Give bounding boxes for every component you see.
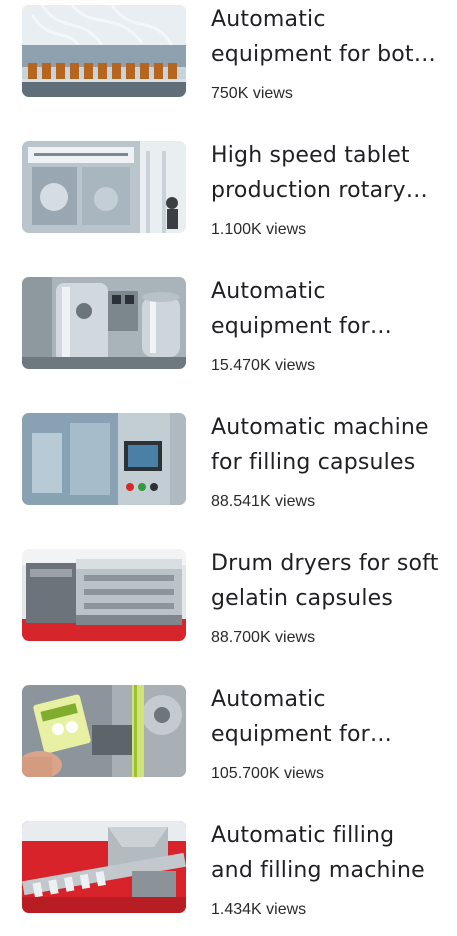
view-count: 88.700K views xyxy=(211,629,316,646)
video-item[interactable]: High speed tablet production rotary pres… xyxy=(0,136,457,256)
video-thumbnail[interactable] xyxy=(22,413,186,505)
view-count: 1.100K views xyxy=(211,221,307,238)
video-title[interactable]: Automatic machine for filling capsules xyxy=(211,410,443,480)
video-item[interactable]: Automatic equipment for bottle filling 7… xyxy=(0,0,457,120)
view-count: 88.541K views xyxy=(211,493,316,510)
video-thumbnail[interactable] xyxy=(22,141,186,233)
video-item[interactable]: Automatic machine for filling capsules 8… xyxy=(0,408,457,528)
video-list: Automatic equipment for bottle filling 7… xyxy=(0,0,457,925)
drum-dryer-photo-icon xyxy=(22,549,186,641)
video-thumbnail[interactable] xyxy=(22,549,186,641)
sachet-packing-photo-icon xyxy=(22,685,186,777)
view-count: 105.700K views xyxy=(211,765,324,782)
video-item[interactable]: Drum dryers for soft gelatin capsules 88… xyxy=(0,544,457,664)
steel-tank-photo-icon xyxy=(22,277,186,369)
filling-line-photo-icon xyxy=(22,5,186,97)
video-item[interactable]: Automatic equipment for sachet packing 1… xyxy=(0,680,457,800)
video-title[interactable]: Automatic equipment for bottle filling xyxy=(211,2,443,72)
tablet-press-photo-icon xyxy=(22,141,186,233)
video-item[interactable]: Automatic equipment for granulation 15.4… xyxy=(0,272,457,392)
video-item[interactable]: Automatic filling and filling machine 1.… xyxy=(0,816,457,936)
video-title[interactable]: Automatic equipment for sachet packing xyxy=(211,682,443,752)
video-thumbnail[interactable] xyxy=(22,685,186,777)
video-title[interactable]: Automatic filling and filling machine xyxy=(211,818,443,888)
video-title[interactable]: High speed tablet production rotary pres… xyxy=(211,138,443,208)
video-title[interactable]: Drum dryers for soft gelatin capsules xyxy=(211,546,443,616)
video-thumbnail[interactable] xyxy=(22,5,186,97)
view-count: 15.470K views xyxy=(211,357,316,374)
video-title[interactable]: Automatic equipment for granulation xyxy=(211,274,443,344)
view-count: 750K views xyxy=(211,85,293,102)
video-thumbnail[interactable] xyxy=(22,277,186,369)
conveyor-photo-icon xyxy=(22,821,186,913)
control-panel-photo-icon xyxy=(22,413,186,505)
video-thumbnail[interactable] xyxy=(22,821,186,913)
view-count: 1.434K views xyxy=(211,901,307,918)
